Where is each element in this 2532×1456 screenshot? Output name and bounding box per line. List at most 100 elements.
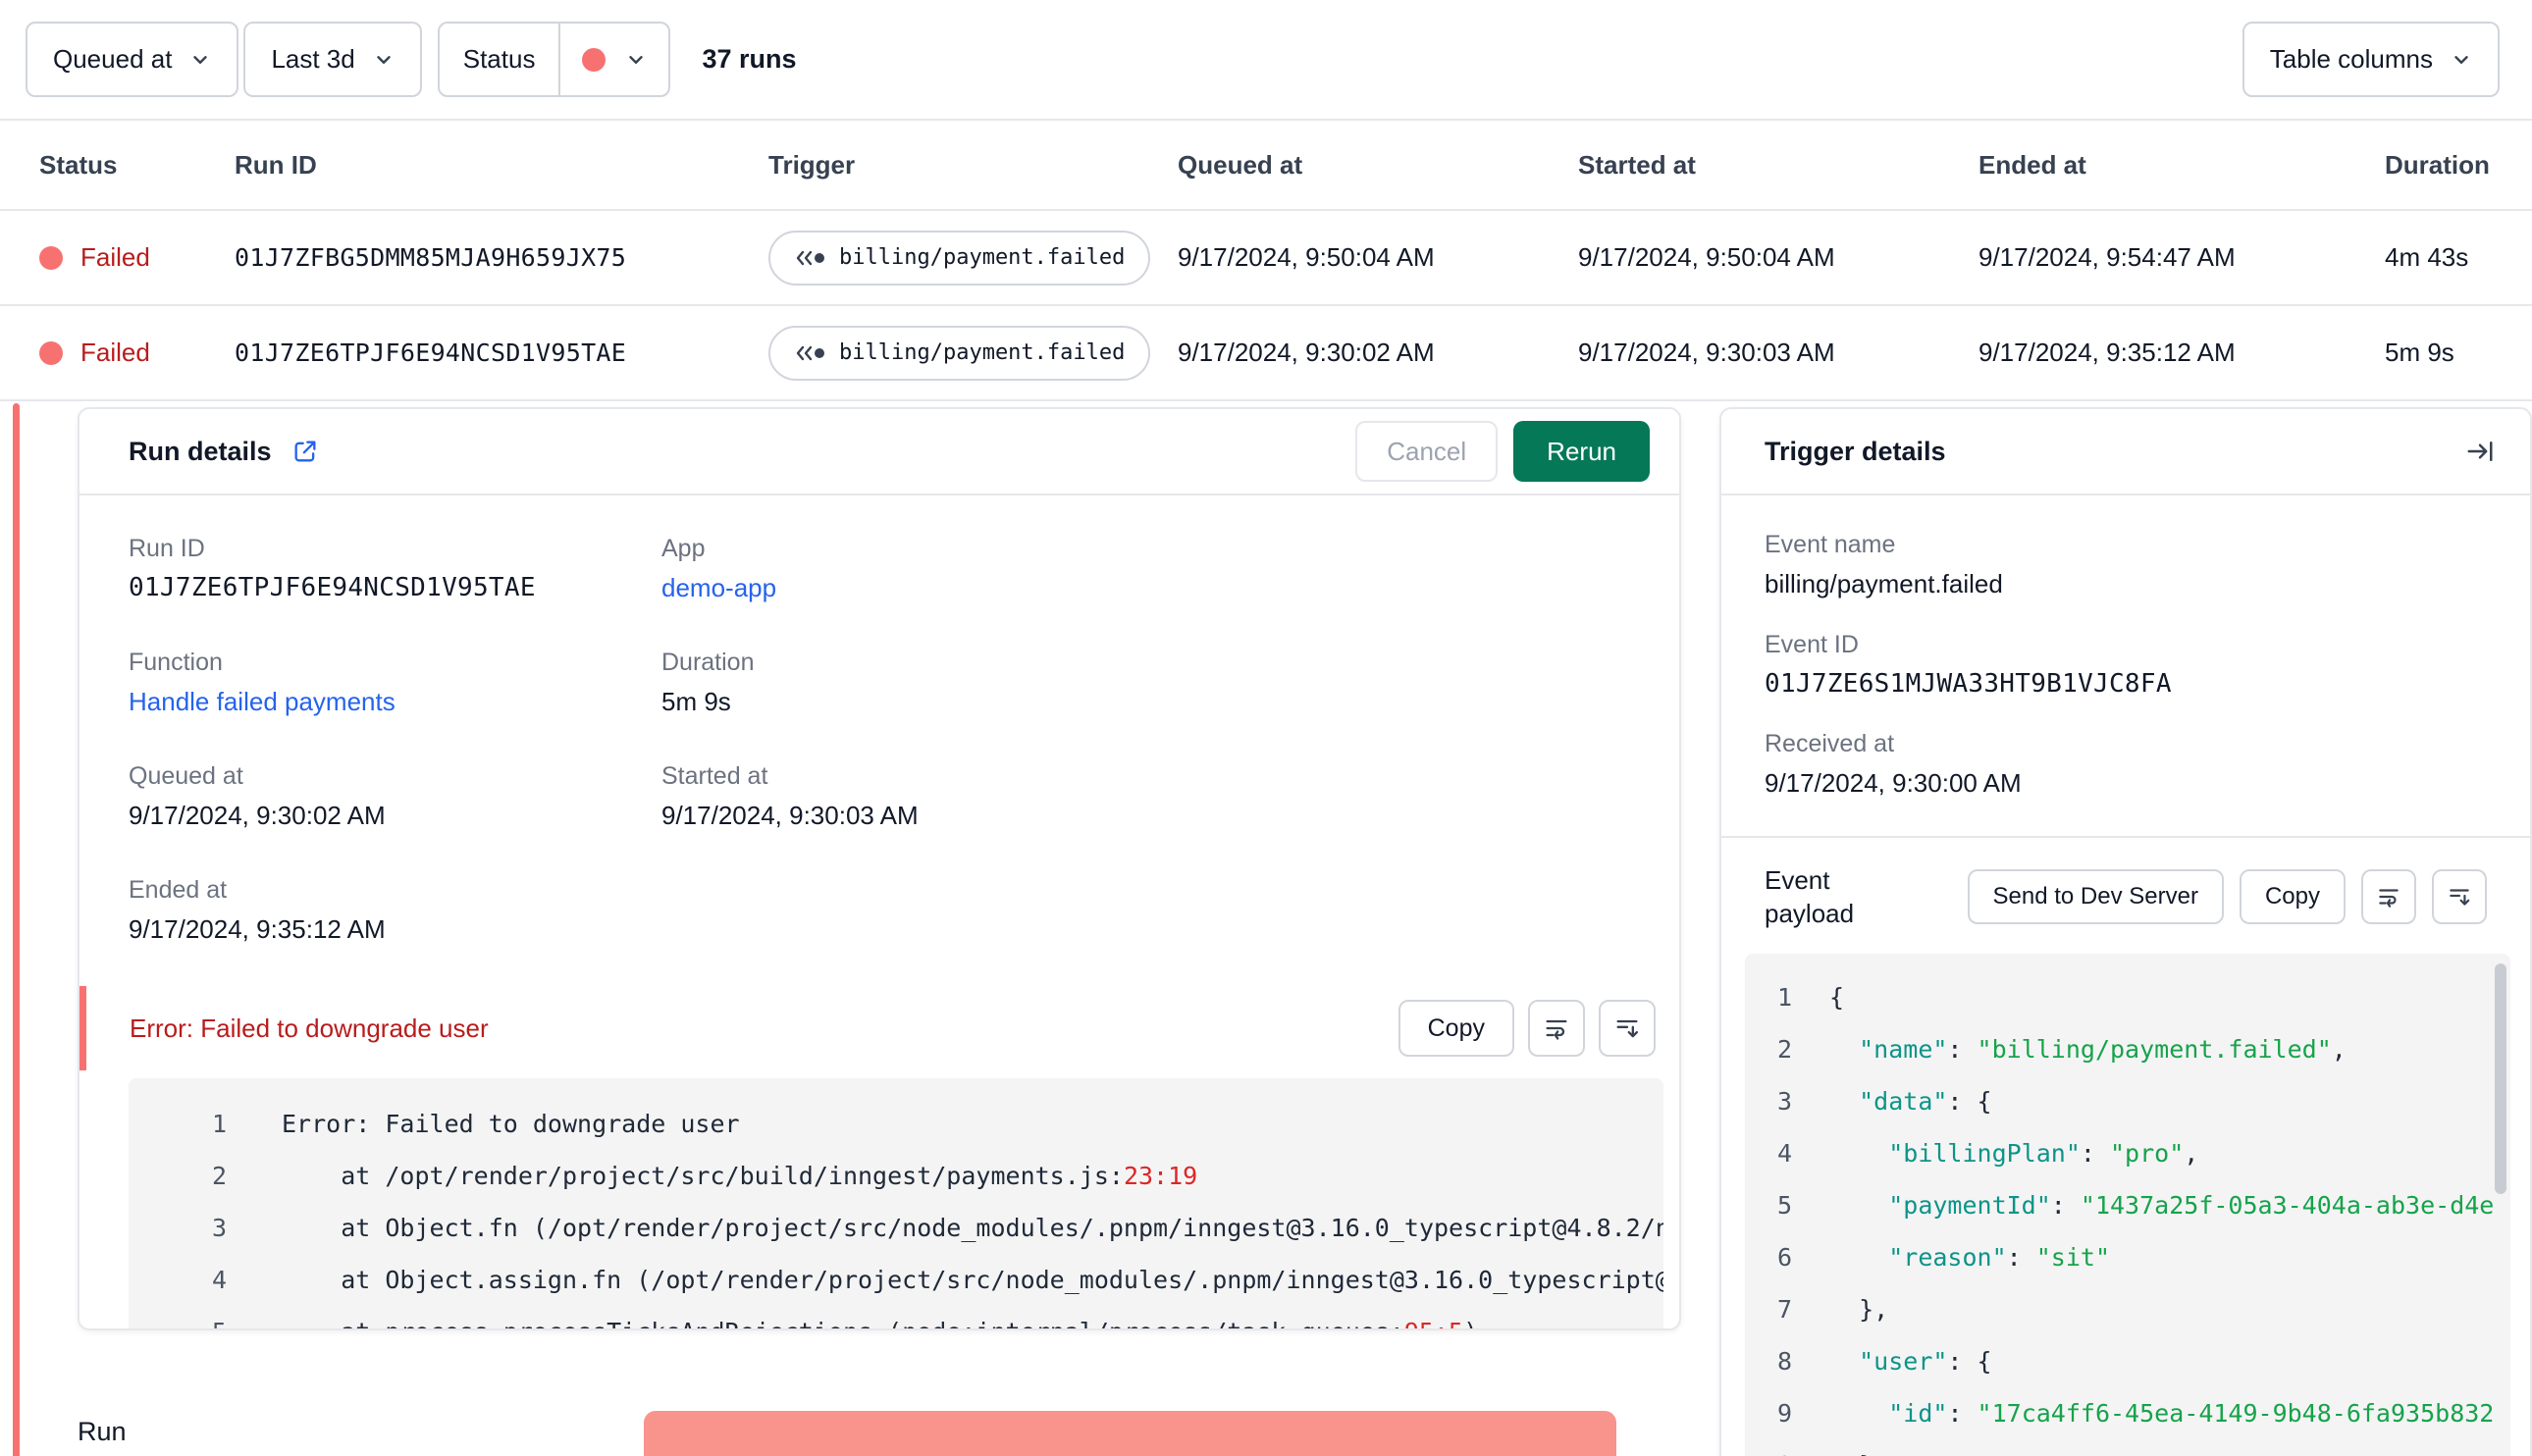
field-value: 9/17/2024, 9:30:02 AM xyxy=(129,801,386,830)
field-event-id: Event ID 01J7ZE6S1MJWA33HT9B1VJC8FA xyxy=(1765,631,2487,699)
line-number: 10 xyxy=(1745,1439,1792,1456)
field-label: Run ID xyxy=(129,535,205,562)
field-started-at: Started at 9/17/2024, 9:30:03 AM xyxy=(661,762,1630,831)
event-icon xyxy=(794,249,825,267)
function-link[interactable]: Handle failed payments xyxy=(129,687,661,717)
code-text: } xyxy=(1829,1439,1873,1456)
status-filter-label: Status xyxy=(462,44,536,74)
trigger-event-name: billing/payment.failed xyxy=(839,245,1126,270)
field-value: 9/17/2024, 9:30:03 AM xyxy=(661,801,919,830)
code-line: 7 }, xyxy=(1745,1283,2510,1335)
error-stack-trace: 1 Error: Failed to downgrade user 2 at /op… xyxy=(129,1078,1663,1328)
failed-status-dot-icon xyxy=(39,245,63,270)
line-number: 5 xyxy=(1776,1191,1792,1220)
timerange-filter-button[interactable]: Last 3d xyxy=(243,22,422,97)
empty-cell xyxy=(661,876,1630,945)
line-number: 2 xyxy=(211,1162,227,1190)
run-status-cell: Failed xyxy=(39,242,235,273)
code-line: 5 "paymentId": "1437a25f-05a3-404a-ab3e-… xyxy=(1745,1179,2510,1231)
status-filter-value[interactable] xyxy=(558,24,668,95)
column-header-queued-at: Queued at xyxy=(1178,149,1303,180)
code-text: "reason": "sit" xyxy=(1888,1243,2111,1272)
field-label: Queued at xyxy=(129,762,243,790)
queued-at-filter-button[interactable]: Queued at xyxy=(26,22,239,97)
trigger-details-header: Trigger details xyxy=(1721,409,2530,495)
code-text: }, xyxy=(1829,1295,1889,1324)
field-label: Started at xyxy=(661,762,768,790)
rerun-button[interactable]: Rerun xyxy=(1513,421,1650,482)
table-columns-button[interactable]: Table columns xyxy=(2242,22,2500,97)
run-id-cell: 01J7ZE6TPJF6E94NCSD1V95TAE xyxy=(235,338,627,367)
field-label: Duration xyxy=(661,649,755,676)
code-text: at Object.assign.fn (/opt/render/project… xyxy=(282,1266,1663,1294)
timeline-run-bar[interactable] xyxy=(644,1411,1616,1456)
column-header-started-at: Started at xyxy=(1578,149,1696,180)
payload-json: 1{ 2 "name": "billing/payment.failed", 3 "… xyxy=(1745,971,2510,1456)
field-value: 01J7ZE6S1MJWA33HT9B1VJC8FA xyxy=(1765,669,2172,699)
selected-run-accent-bar xyxy=(13,403,20,1456)
code-text: "data": { xyxy=(1859,1087,1992,1116)
code-line: 1 Error: Failed to downgrade user xyxy=(129,1098,1663,1150)
line-number: 2 xyxy=(1776,1035,1792,1064)
field-value: 01J7ZE6TPJF6E94NCSD1V95TAE xyxy=(129,573,536,602)
trigger-details-body: Event name billing/payment.failed Event … xyxy=(1721,495,2530,1456)
code-line: 3 "data": { xyxy=(1745,1075,2510,1127)
scroll-bottom-icon[interactable] xyxy=(2432,869,2487,924)
app-link[interactable]: demo-app xyxy=(661,573,1630,603)
code-line: 9 "id": "17ca4ff6-45ea-4149-9b48-6fa935b… xyxy=(1745,1387,2510,1439)
wrap-lines-icon[interactable] xyxy=(1528,1000,1585,1057)
code-line: 1{ xyxy=(1745,971,2510,1023)
code-text: "user": { xyxy=(1859,1347,1992,1376)
scrollbar-thumb[interactable] xyxy=(2495,963,2506,1194)
queued-at-cell: 9/17/2024, 9:30:02 AM xyxy=(1178,338,1435,367)
code-text: "paymentId": "1437a25f-05a3-404a-ab3e-d4… xyxy=(1888,1191,2495,1220)
send-to-dev-server-button[interactable]: Send to Dev Server xyxy=(1967,869,2224,924)
trigger-event-pill[interactable]: billing/payment.failed xyxy=(768,230,1151,286)
queued-at-filter-label: Queued at xyxy=(53,44,173,74)
line-number: 3 xyxy=(1776,1087,1792,1116)
copy-error-button[interactable]: Copy xyxy=(1398,1000,1514,1057)
line-number: 3 xyxy=(211,1214,227,1242)
trigger-event-name: billing/payment.failed xyxy=(839,340,1126,365)
run-id-cell: 01J7ZFBG5DMM85MJA9H659JX75 xyxy=(235,243,627,272)
cancel-button[interactable]: Cancel xyxy=(1355,421,1499,482)
table-columns-label: Table columns xyxy=(2269,44,2433,74)
status-filter[interactable]: Status xyxy=(437,22,671,97)
wrap-lines-icon[interactable] xyxy=(2361,869,2416,924)
line-number: 4 xyxy=(1776,1139,1792,1168)
status-label: Failed xyxy=(80,338,150,367)
trigger-cell: billing/payment.failed xyxy=(768,230,1178,286)
trigger-cell: billing/payment.failed xyxy=(768,325,1178,381)
queued-at-cell: 9/17/2024, 9:50:04 AM xyxy=(1178,242,1435,272)
run-details-header: Run details Cancel Rerun xyxy=(79,409,1679,495)
column-header-trigger: Trigger xyxy=(768,149,856,180)
code-line: 4 at Object.assign.fn (/opt/render/proje… xyxy=(129,1254,1663,1306)
table-row[interactable]: Failed 01J7ZFBG5DMM85MJA9H659JX75 billin… xyxy=(0,211,2532,306)
field-ended-at: Ended at 9/17/2024, 9:35:12 AM xyxy=(129,876,661,945)
code-line: 5 at process.processTicksAndRejections (… xyxy=(129,1306,1663,1328)
run-details-body: Run ID 01J7ZE6TPJF6E94NCSD1V95TAE App de… xyxy=(79,495,1679,945)
line-number: 9 xyxy=(1776,1399,1792,1428)
table-row[interactable]: Failed 01J7ZE6TPJF6E94NCSD1V95TAE billin… xyxy=(0,306,2532,401)
run-timeline: Run xyxy=(78,1330,1681,1456)
copy-payload-button[interactable]: Copy xyxy=(2239,869,2346,924)
code-text: at /opt/render/project/src/build/inngest… xyxy=(282,1162,1198,1190)
external-link-icon[interactable] xyxy=(291,438,319,465)
error-title: Error: Failed to downgrade user xyxy=(130,1013,489,1043)
failed-status-dot-icon xyxy=(39,340,63,365)
code-line: 6 "reason": "sit" xyxy=(1745,1231,2510,1283)
trigger-details-panel: Trigger details Event name billing/payme… xyxy=(1719,407,2532,1456)
started-at-cell: 9/17/2024, 9:30:03 AM xyxy=(1578,338,1835,367)
field-event-name: Event name billing/payment.failed xyxy=(1765,531,2487,599)
chevron-down-icon xyxy=(373,49,395,71)
code-text: "id": "17ca4ff6-45ea-4149-9b48-6fa935b83… xyxy=(1888,1399,2495,1428)
run-details-panel: Run details Cancel Rerun Run ID 01J7ZE6T… xyxy=(78,407,1681,1330)
code-text: "name": "billing/payment.failed", xyxy=(1859,1035,2347,1064)
column-header-status: Status xyxy=(39,149,118,180)
collapse-panel-icon[interactable] xyxy=(2465,437,2495,466)
field-queued-at: Queued at 9/17/2024, 9:30:02 AM xyxy=(129,762,661,831)
scroll-bottom-icon[interactable] xyxy=(1599,1000,1656,1057)
event-icon xyxy=(794,344,825,362)
trigger-event-pill[interactable]: billing/payment.failed xyxy=(768,325,1151,381)
run-details-column: Run details Cancel Rerun Run ID 01J7ZE6T… xyxy=(78,407,1681,1456)
